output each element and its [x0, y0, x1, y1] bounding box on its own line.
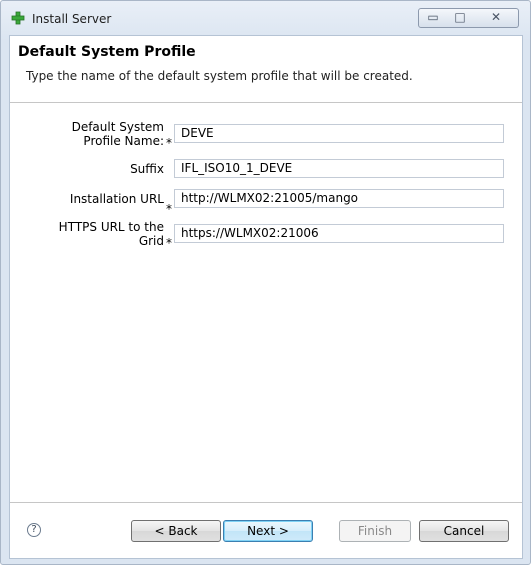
close-icon: ✕	[490, 10, 502, 24]
close-button[interactable]: ✕	[474, 8, 519, 28]
help-icon[interactable]: ?	[27, 523, 41, 537]
back-button[interactable]: < Back	[131, 520, 221, 542]
https-url-label-line2: Grid	[138, 234, 164, 248]
maximize-button[interactable]: □	[446, 8, 475, 28]
profile-name-field[interactable]: DEVE	[174, 124, 504, 143]
install-server-dialog: Install Server ▭ □ ✕ Default System Prof…	[0, 0, 531, 565]
profile-name-label-line2: Profile Name:	[83, 134, 164, 148]
page-title: Default System Profile	[18, 44, 196, 60]
suffix-label: Suffix	[130, 162, 164, 176]
profile-form: Default System Profile Name: * DEVE Suff…	[10, 103, 522, 485]
installation-url-label: Installation URL	[69, 192, 164, 206]
https-url-label-line1: HTTPS URL to the	[58, 220, 164, 234]
installation-url-field[interactable]: http://WLMX02:21005/mango	[174, 189, 504, 208]
minimize-button[interactable]: ▭	[418, 8, 448, 28]
cancel-button[interactable]: Cancel	[419, 520, 509, 542]
plus-icon	[11, 11, 25, 25]
required-marker: *	[166, 202, 172, 216]
required-marker: *	[166, 236, 172, 250]
title-bar[interactable]: Install Server ▭ □ ✕	[1, 1, 530, 35]
profile-name-label: Default System Profile Name:	[50, 120, 164, 148]
finish-button[interactable]: Finish	[339, 520, 411, 542]
window-title: Install Server	[32, 12, 112, 26]
suffix-field[interactable]: IFL_ISO10_1_DEVE	[174, 159, 504, 178]
required-marker: *	[166, 136, 172, 150]
page-header: Default System Profile Type the name of …	[10, 36, 522, 103]
profile-name-label-line1: Default System	[71, 120, 164, 134]
dialog-content: Default System Profile Type the name of …	[9, 35, 523, 559]
page-description: Type the name of the default system prof…	[26, 69, 413, 83]
button-bar: ? < Back Next > Finish Cancel	[10, 502, 522, 558]
https-url-field[interactable]: https://WLMX02:21006	[174, 224, 504, 243]
next-button[interactable]: Next >	[223, 520, 313, 542]
maximize-icon: □	[454, 10, 466, 24]
minimize-icon: ▭	[427, 10, 439, 24]
https-url-label: HTTPS URL to the Grid	[50, 220, 164, 248]
